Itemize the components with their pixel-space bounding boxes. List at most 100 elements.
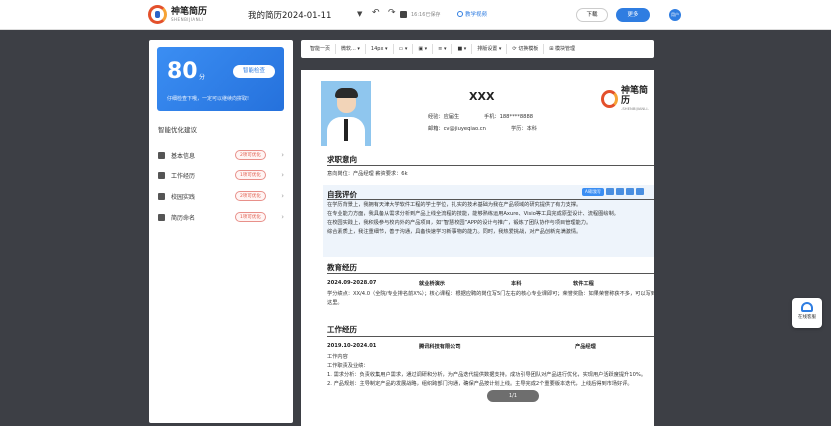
self-eval-text[interactable]: 在学历背景上，我拥有天津大学软件工程的学士学位，扎实的技术基础为我在产品领域的研… bbox=[327, 201, 654, 237]
text-color-icon[interactable]: ▭ ▾ bbox=[394, 44, 414, 54]
headset-icon bbox=[801, 302, 813, 312]
self-eval-line: 在学历背景上，我拥有天津大学软件工程的学士学位，扎实的技术基础为我在产品领域的研… bbox=[327, 202, 582, 208]
optimize-item-basic-info[interactable]: 基本信息 2项可优化 › bbox=[158, 148, 284, 162]
delete-icon[interactable] bbox=[635, 188, 644, 195]
edu-school: 就业桥演示 bbox=[419, 281, 445, 287]
move-up-icon[interactable] bbox=[615, 188, 624, 195]
tutorial-label: 教学视频 bbox=[465, 12, 488, 18]
redo-icon[interactable]: ↷ bbox=[388, 8, 396, 18]
download-button[interactable]: 下载 bbox=[576, 8, 608, 22]
section-intent-title[interactable]: 求职意向 bbox=[327, 154, 357, 165]
resume-paper: XXX 经验：应届生 手机：188****8888 邮箱：cv@jiuyeqia… bbox=[301, 70, 654, 426]
work-line: 2. 产品规划：主导制定产品的发展战略，组织跨部门沟通，确保产品按计划上线。主导… bbox=[327, 381, 633, 387]
online-service-label: 在线客服 bbox=[798, 315, 816, 320]
resume-brand-logo: 神笔简历 -SHENBIJIANLI- bbox=[601, 86, 654, 111]
email-label: 邮箱： bbox=[428, 126, 444, 132]
degree-value: 本科 bbox=[526, 126, 537, 132]
profile-photo[interactable] bbox=[321, 81, 371, 146]
optimize-item-campus[interactable]: 校园实践 2项可优化 › bbox=[158, 189, 284, 203]
score-card: 80 分 智能检查 仔细检查下哦，一定可以继续向拼取! bbox=[157, 47, 284, 111]
document-icon bbox=[158, 213, 165, 221]
chevron-down-icon[interactable]: ▼ bbox=[357, 10, 362, 18]
degree-field[interactable]: 学历：本科 bbox=[511, 125, 537, 132]
section-edu-title[interactable]: 教育经历 bbox=[327, 262, 357, 273]
self-eval-line: 在校园实践上，我积极参与校内外的产品项目，如“智慧校园”APP的设计与推广，锻炼… bbox=[327, 220, 592, 226]
phone-label: 手机： bbox=[484, 114, 500, 120]
optimize-badge: 2项可优化 bbox=[235, 150, 266, 160]
save-icon bbox=[400, 11, 407, 18]
layout-settings-button[interactable]: 排版设置 ▾ bbox=[472, 44, 508, 54]
section-work-title[interactable]: 工作经历 bbox=[327, 324, 357, 335]
page-indicator[interactable]: 1/1 bbox=[487, 390, 539, 402]
logo-icon bbox=[148, 5, 167, 24]
score-value: 80 bbox=[167, 59, 198, 84]
chevron-right-icon: › bbox=[281, 171, 284, 179]
experience-field[interactable]: 经验：应届生 bbox=[428, 113, 459, 120]
section-tools: AI帮我写 bbox=[582, 188, 644, 196]
edu-period: 2024.09-2028.07 bbox=[327, 280, 377, 286]
email-value: cv@jiuyeqiao.cn bbox=[443, 126, 486, 132]
email-field[interactable]: 邮箱：cv@jiuyeqiao.cn bbox=[428, 125, 486, 132]
chevron-right-icon: › bbox=[281, 213, 284, 221]
score-unit: 分 bbox=[199, 74, 206, 81]
divider bbox=[327, 165, 654, 166]
logo-cn-text: 神笔简历 bbox=[171, 7, 208, 17]
more-button[interactable]: 更多 bbox=[616, 8, 650, 22]
self-eval-line: 在专业能力方面，我具备从需求分析到产品上线全流程的技能，能够熟练运用Axure、… bbox=[327, 211, 619, 217]
work-period: 2019.10-2024.01 bbox=[327, 343, 377, 349]
self-eval-line: 综合素质上，我注重细节，善于沟通，具备快速学习新事物的能力。同时，我热爱挑战，对… bbox=[327, 229, 582, 235]
online-service-button[interactable]: 在线客服 bbox=[792, 298, 822, 328]
avatar[interactable]: 用户 bbox=[669, 9, 681, 21]
optimize-item-label: 校园实践 bbox=[171, 193, 196, 201]
degree-label: 学历： bbox=[511, 126, 527, 132]
font-size-value: 14px bbox=[370, 46, 384, 52]
edu-detail[interactable]: 学分绩点：XX/4.0（全院/专业排名前X%）；核心课程：根据应聘的岗位写5门左… bbox=[327, 290, 654, 308]
app-logo[interactable]: 神笔简历 SHENBIJIANLI bbox=[148, 5, 207, 24]
intent-line[interactable]: 意向岗位：产品经理 薪资要求：6k bbox=[327, 170, 654, 179]
experience-value: 应届生 bbox=[443, 114, 460, 120]
align-icon[interactable]: ≡ ▾ bbox=[433, 44, 453, 54]
phone-field[interactable]: 手机：188****8888 bbox=[484, 113, 533, 120]
optimize-badge: 1项可优化 bbox=[235, 212, 266, 222]
work-role: 产品经理 bbox=[575, 344, 596, 350]
brand-en: -SHENBIJIANLI- bbox=[621, 106, 649, 111]
score-tip: 仔细检查下哦，一定可以继续向拼取! bbox=[167, 96, 250, 102]
module-manage-label: 模块管理 bbox=[555, 46, 576, 52]
border-icon[interactable]: ▣ ▾ bbox=[413, 44, 434, 54]
font-select[interactable]: 微软... ▾ bbox=[336, 44, 366, 54]
ai-write-button[interactable]: AI帮我写 bbox=[582, 188, 604, 196]
school-icon bbox=[158, 192, 165, 200]
optimize-item-naming[interactable]: 简历命名 1项可优化 › bbox=[158, 210, 284, 224]
work-company: 腾讯科技有限公司 bbox=[419, 344, 461, 350]
color-fill-icon[interactable]: ■ ▾ bbox=[452, 44, 473, 54]
edu-degree: 本科 bbox=[511, 281, 522, 287]
work-line: 工作内容 bbox=[327, 354, 348, 360]
copy-icon[interactable] bbox=[605, 188, 614, 195]
font-size-select[interactable]: 14px ▾ bbox=[366, 44, 394, 54]
layout-settings-label: 排版设置 bbox=[477, 46, 498, 52]
optimize-item-label: 基本信息 bbox=[171, 152, 196, 160]
resume-name[interactable]: XXX bbox=[469, 90, 494, 103]
experience-label: 经验： bbox=[428, 114, 444, 120]
top-bar: 神笔简历 SHENBIJIANLI 我的简历2024-01-11 ▼ ↶ ↷ 1… bbox=[0, 0, 831, 30]
settings-icon[interactable] bbox=[625, 188, 634, 195]
chevron-right-icon: › bbox=[281, 192, 284, 200]
module-manage-button[interactable]: ⊞ 模块管理 bbox=[544, 44, 580, 54]
switch-template-label: 切换模板 bbox=[518, 46, 539, 52]
optimize-item-work[interactable]: 工作经历 1项可优化 › bbox=[158, 168, 284, 182]
work-detail[interactable]: 工作内容 工作职责及业绩： 1. 需求分析：负责收集用户需求，通过调研和分析，为… bbox=[327, 353, 654, 389]
save-status: 16:16已保存 bbox=[411, 12, 441, 18]
play-icon bbox=[457, 11, 463, 17]
optimize-title: 智能优化建议 bbox=[158, 126, 197, 134]
undo-icon[interactable]: ↶ bbox=[372, 8, 380, 18]
smart-check-button[interactable]: 智能检查 bbox=[233, 65, 275, 78]
divider bbox=[327, 273, 654, 274]
edu-major: 软件工程 bbox=[573, 281, 594, 287]
smart-one-page-button[interactable]: 智能一页 bbox=[305, 44, 337, 54]
tutorial-link[interactable]: 教学视频 bbox=[457, 10, 487, 18]
divider bbox=[327, 336, 654, 337]
document-title[interactable]: 我的简历2024-01-11 bbox=[248, 9, 331, 21]
switch-template-button[interactable]: ⟳ 切换模板 bbox=[507, 44, 545, 54]
divider bbox=[327, 199, 654, 200]
id-card-icon bbox=[158, 151, 165, 159]
